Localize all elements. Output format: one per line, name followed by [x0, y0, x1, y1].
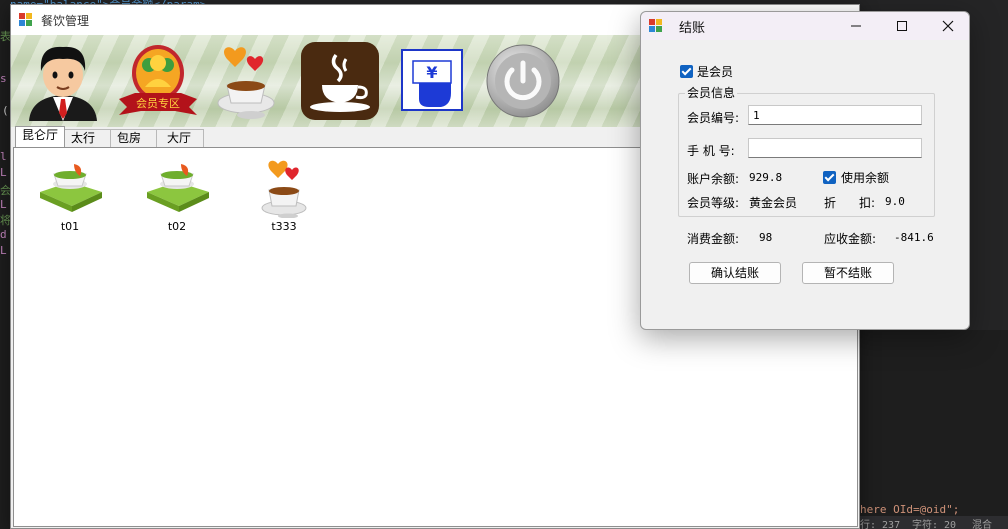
code-fragment: d: [0, 228, 7, 241]
tab-taihang[interactable]: 太行厅: [64, 129, 112, 162]
tab-private-room[interactable]: 包房: [110, 129, 158, 147]
phone-input[interactable]: [748, 138, 922, 158]
maximize-icon: [897, 21, 907, 31]
table-free-icon: [40, 164, 102, 212]
status-mode: 混合: [972, 520, 992, 529]
checkout-dialog: 结账 是会员 会员信息 会员编号: 手 机 号: 账户余额: 929.8 使用余…: [640, 11, 970, 330]
code-fragment: s: [0, 72, 7, 85]
dialog-title: 结账: [679, 20, 706, 36]
main-window-title: 餐饮管理: [41, 13, 90, 28]
code-fragment: l: [0, 150, 7, 163]
discount-value: 9.0: [885, 195, 905, 208]
table-management-button[interactable]: [300, 41, 380, 121]
code-fragment: (: [2, 104, 9, 117]
exit-button[interactable]: [485, 43, 561, 119]
discount-label-prefix: 折: [824, 196, 837, 210]
coffee-cup-icon: [301, 42, 379, 120]
menu-management-button[interactable]: [211, 41, 281, 121]
balance-value: 929.8: [749, 171, 783, 184]
use-balance-checkbox[interactable]: [823, 171, 836, 184]
close-button[interactable]: [925, 12, 971, 40]
ide-editor-area: [858, 330, 1008, 529]
defer-checkout-button[interactable]: 暂不结账: [802, 262, 894, 284]
confirm-checkout-button[interactable]: 确认结账: [689, 262, 781, 284]
balance-label: 账户余额:: [687, 172, 740, 186]
member-id-input[interactable]: [748, 105, 922, 125]
power-icon: [486, 44, 560, 118]
member-zone-caption: 会员专区: [136, 96, 180, 110]
table-label: t01: [60, 220, 80, 233]
table-label: t333: [271, 220, 297, 233]
status-line: 行: 237: [860, 520, 901, 529]
user-management-button[interactable]: [23, 41, 103, 121]
ide-status-bar: 行: 237 字符: 20 混合: [858, 516, 1008, 529]
minimize-icon: [851, 25, 861, 27]
table-free-icon: [147, 164, 209, 212]
is-member-checkbox[interactable]: [680, 65, 693, 78]
tab-main-hall[interactable]: 大厅: [156, 129, 205, 147]
member-id-label: 会员编号:: [687, 111, 740, 125]
user-avatar-icon: [29, 46, 97, 121]
consume-label: 消费金额:: [687, 232, 740, 246]
food-with-hearts-icon: [217, 47, 275, 119]
payable-label: 应收金额:: [824, 232, 877, 246]
table-occupied-icon: [261, 160, 307, 219]
table-item[interactable]: t01: [30, 154, 110, 234]
use-balance-label: 使用余额: [841, 171, 890, 185]
code-fragment: L: [0, 244, 7, 257]
yen-symbol: ¥: [426, 63, 437, 82]
app-icon: [19, 13, 33, 27]
payable-value: -841.6: [894, 231, 934, 244]
level-label: 会员等级:: [687, 196, 740, 210]
code-fragment: here OId=@oid";: [860, 503, 960, 516]
member-badge-icon: 会员专区: [119, 45, 197, 115]
consume-value: 98: [759, 231, 773, 244]
is-member-label: 是会员: [697, 65, 734, 79]
close-icon: [942, 20, 954, 32]
table-item[interactable]: t333: [244, 154, 324, 234]
code-fragment: L: [0, 198, 7, 211]
minimize-button[interactable]: [833, 12, 879, 40]
code-fragment: L: [0, 166, 7, 179]
checkout-button[interactable]: ¥: [401, 49, 463, 111]
table-label: t02: [167, 220, 187, 233]
status-chars: 字符: 20: [912, 520, 957, 529]
table-item[interactable]: t02: [137, 154, 217, 234]
phone-label: 手 机 号:: [687, 144, 735, 158]
dialog-title-bar[interactable]: 结账: [641, 12, 969, 40]
discount-label-suffix: 扣:: [859, 196, 876, 210]
tab-kunlun[interactable]: 昆仑厅: [15, 126, 66, 147]
level-value: 黄金会员: [749, 196, 798, 210]
hall-tabs: 昆仑厅 太行厅 包房 大厅: [15, 126, 205, 162]
member-info-legend: 会员信息: [685, 84, 738, 101]
maximize-button[interactable]: [879, 12, 925, 40]
hand-yen-icon: ¥: [401, 49, 463, 111]
app-icon: [649, 19, 663, 33]
member-zone-button[interactable]: 会员专区: [115, 41, 201, 121]
